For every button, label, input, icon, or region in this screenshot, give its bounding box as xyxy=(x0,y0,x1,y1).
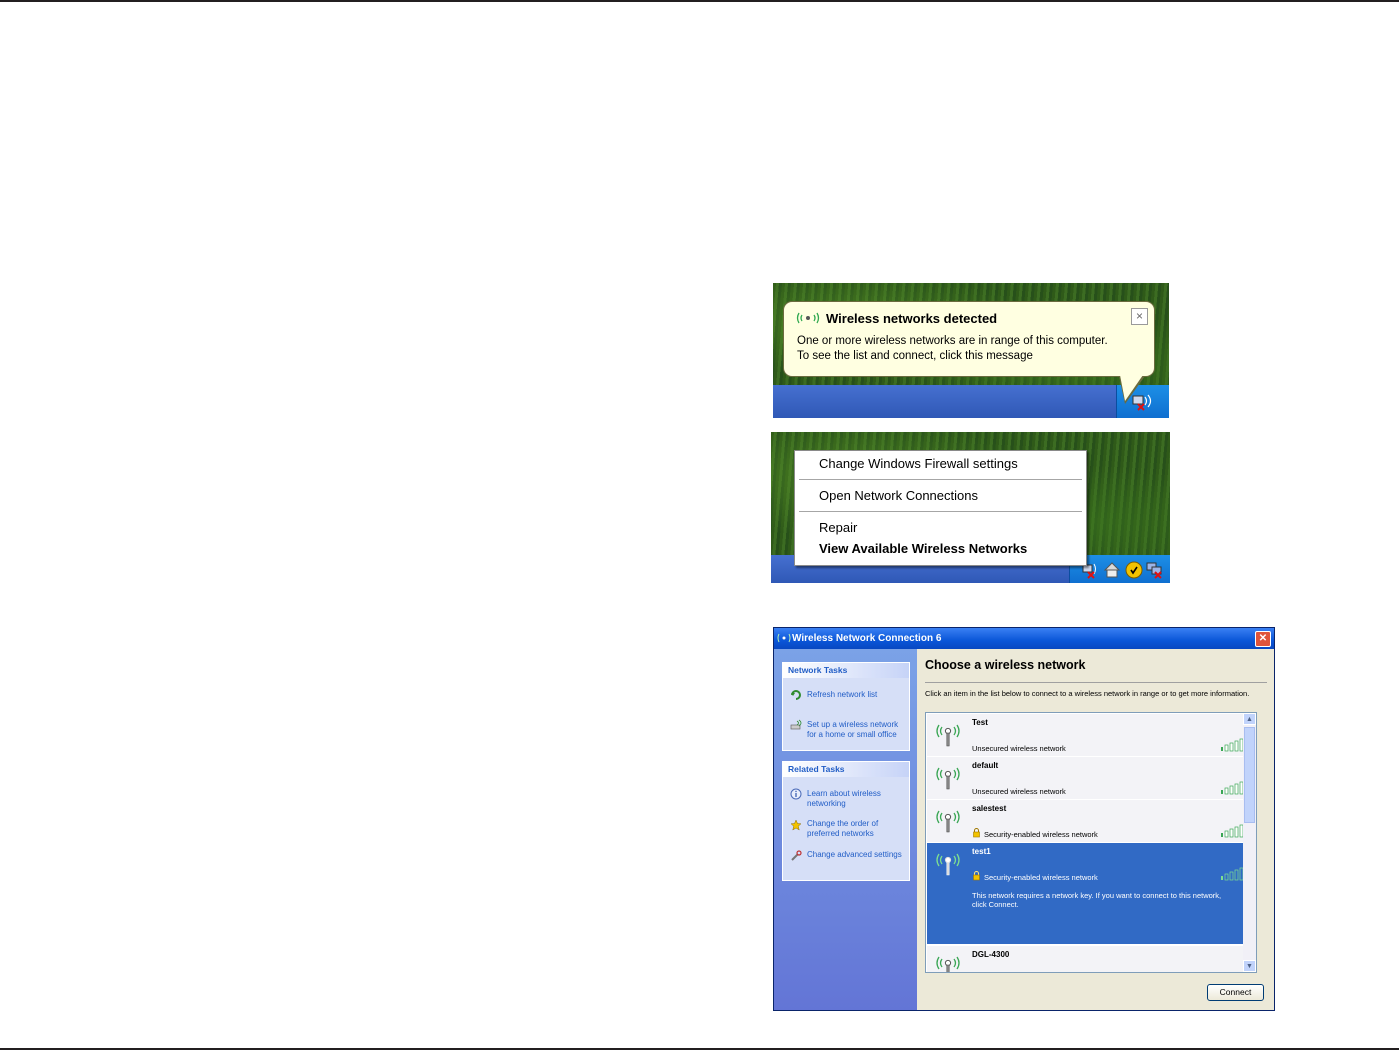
menu-separator xyxy=(799,511,1082,512)
instructions-text: Click an item in the list below to conne… xyxy=(925,689,1250,698)
refresh-icon[interactable] xyxy=(790,689,802,701)
signal-strength-icon xyxy=(1221,867,1244,881)
menu-item-firewall-settings[interactable]: Change Windows Firewall settings xyxy=(819,456,1018,471)
task-pane: Network Tasks Refresh network list Set u… xyxy=(774,649,917,1010)
wireless-icon xyxy=(777,633,791,643)
home-icon[interactable] xyxy=(1103,561,1121,579)
network-item[interactable]: default Unsecured wireless network xyxy=(927,757,1250,800)
scroll-up-arrow[interactable]: ▲ xyxy=(1243,713,1256,725)
taskbar xyxy=(773,385,1169,418)
network-tasks-group: Network Tasks Refresh network list Set u… xyxy=(782,662,910,751)
wireless-network-list[interactable]: Test Unsecured wireless network default … xyxy=(925,712,1257,973)
antenna-icon xyxy=(936,724,960,747)
connect-button[interactable]: Connect xyxy=(1207,984,1264,1001)
heading-divider xyxy=(925,682,1267,683)
network-key-notice: This network requires a network key. If … xyxy=(972,891,1222,909)
lock-icon xyxy=(973,871,980,881)
change-advanced-settings-link[interactable]: Change advanced settings xyxy=(807,850,907,860)
window-close-button[interactable]: ✕ xyxy=(1255,631,1271,647)
balloon-message: One or more wireless networks are in ran… xyxy=(797,334,1152,364)
bottom-rule xyxy=(0,1048,1399,1050)
balloon-message-line: One or more wireless networks are in ran… xyxy=(797,335,1108,347)
top-rule xyxy=(0,0,1399,2)
page-title: Choose a wireless network xyxy=(925,658,1086,672)
info-icon[interactable] xyxy=(790,788,802,800)
network-status: Unsecured wireless network xyxy=(972,744,1066,753)
list-scrollbar[interactable]: ▲ ▼ xyxy=(1243,713,1256,972)
balloon-close-button[interactable]: × xyxy=(1131,308,1148,325)
network-status: Security-enabled wireless network xyxy=(984,873,1098,882)
window-titlebar[interactable]: Wireless Network Connection 6 ✕ xyxy=(774,628,1274,649)
balloon-title: Wireless networks detected xyxy=(826,311,998,326)
antenna-icon xyxy=(936,956,960,972)
balloon-message-line: To see the list and connect, click this … xyxy=(797,350,1033,362)
network-item[interactable]: salestest Security-enabled wireless netw… xyxy=(927,800,1250,843)
main-pane: Choose a wireless network Click an item … xyxy=(917,649,1274,1010)
window-title: Wireless Network Connection 6 xyxy=(792,633,942,644)
network-name: Test xyxy=(972,718,988,727)
antenna-icon xyxy=(936,853,960,876)
network-tasks-header: Network Tasks xyxy=(783,663,909,678)
menu-item-view-available-wireless-networks[interactable]: View Available Wireless Networks xyxy=(819,541,1027,556)
refresh-network-list-link[interactable]: Refresh network list xyxy=(807,690,907,700)
settings-tools-icon[interactable] xyxy=(790,850,802,862)
network-name: test1 xyxy=(972,847,991,856)
security-center-icon[interactable] xyxy=(1125,561,1143,579)
balloon-screenshot: Wireless networks detected × One or more… xyxy=(773,283,1169,418)
tray-context-menu: Change Windows Firewall settings Open Ne… xyxy=(794,450,1087,566)
network-name: DGL-4300 xyxy=(972,950,1010,959)
network-name: default xyxy=(972,761,999,770)
antenna-icon xyxy=(936,810,960,833)
star-icon[interactable] xyxy=(790,819,802,831)
learn-about-wireless-link[interactable]: Learn about wireless networking xyxy=(807,789,907,809)
menu-separator xyxy=(799,479,1082,480)
menu-item-repair[interactable]: Repair xyxy=(819,520,857,535)
related-tasks-header: Related Tasks xyxy=(783,762,909,777)
scroll-thumb[interactable] xyxy=(1244,727,1255,823)
wireless-icon xyxy=(796,312,820,324)
change-preferred-order-link[interactable]: Change the order of preferred networks xyxy=(807,819,907,839)
scroll-down-arrow[interactable]: ▼ xyxy=(1243,960,1256,972)
signal-strength-icon xyxy=(1221,738,1244,752)
signal-strength-icon xyxy=(1221,781,1244,795)
network-disconnected-icon[interactable] xyxy=(1146,561,1164,579)
network-name: salestest xyxy=(972,804,1007,813)
antenna-icon xyxy=(936,767,960,790)
setup-wireless-network-link[interactable]: Set up a wireless network for a home or … xyxy=(807,720,907,740)
menu-item-open-network-connections[interactable]: Open Network Connections xyxy=(819,488,978,503)
network-item[interactable]: Test Unsecured wireless network xyxy=(927,714,1250,757)
related-tasks-group: Related Tasks Learn about wireless netwo… xyxy=(782,761,910,881)
lock-icon xyxy=(973,828,980,838)
notification-balloon[interactable]: Wireless networks detected × One or more… xyxy=(783,301,1155,404)
network-item[interactable]: DGL-4300 xyxy=(927,946,1250,972)
context-menu-screenshot: Change Windows Firewall settings Open Ne… xyxy=(771,432,1170,583)
setup-wireless-icon[interactable] xyxy=(790,719,802,731)
network-status: Unsecured wireless network xyxy=(972,787,1066,796)
wireless-network-window: Wireless Network Connection 6 ✕ Network … xyxy=(773,627,1275,1011)
signal-strength-icon xyxy=(1221,824,1244,838)
network-status: Security-enabled wireless network xyxy=(984,830,1098,839)
network-item-selected[interactable]: test1 Security-enabled wireless network … xyxy=(927,843,1250,945)
